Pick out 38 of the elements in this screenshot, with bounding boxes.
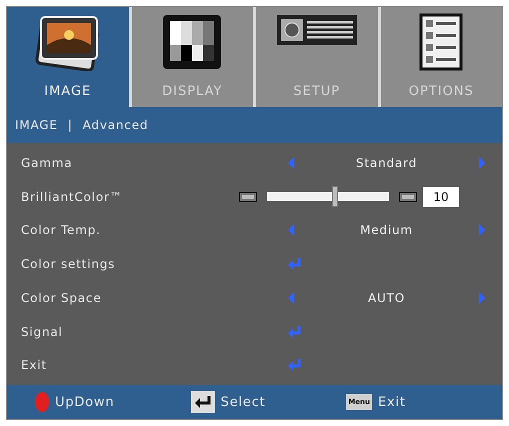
setting-value: Medium	[359, 223, 414, 238]
value-field: 10	[423, 186, 459, 206]
setting-value: Standard	[355, 156, 418, 170]
hint-label: UpDown	[55, 394, 114, 410]
menu-tab[interactable]: DISPLAY	[132, 7, 253, 107]
section-title: IMAGE	[15, 118, 58, 132]
hint-label: Exit	[378, 394, 406, 410]
enter-key-icon	[190, 391, 215, 413]
setting-label: BrilliantColor™	[21, 190, 124, 204]
right-arrow-icon[interactable]	[478, 224, 486, 236]
separator: |	[68, 118, 73, 132]
slider-thumb[interactable]	[332, 186, 338, 207]
page-title: Advanced	[82, 118, 148, 132]
enter-icon[interactable]	[287, 358, 303, 372]
left-arrow-icon[interactable]	[287, 224, 295, 236]
right-arrow-icon[interactable]	[478, 292, 486, 304]
projector-icon	[274, 13, 359, 47]
left-arrow-icon[interactable]	[287, 292, 295, 304]
setting-value: AUTO	[367, 290, 406, 305]
adjust-icon	[239, 192, 257, 202]
hint-label: Select	[220, 394, 266, 410]
checklist-icon	[419, 13, 464, 71]
menu-tab[interactable]: IMAGE	[7, 7, 128, 107]
setting-label: Color Space	[21, 290, 103, 305]
adjust-icon	[399, 192, 417, 202]
menu-tab[interactable]: OPTIONS	[380, 7, 502, 107]
setting-label: Color settings	[21, 257, 116, 271]
setting-label: Exit	[21, 358, 48, 372]
setting-label: Gamma	[21, 156, 74, 170]
updown-key-icon	[35, 392, 49, 412]
setting-label: Color Temp.	[21, 223, 102, 238]
menu-tab[interactable]: SETUP	[256, 7, 378, 107]
left-arrow-icon[interactable]	[287, 156, 295, 169]
enter-icon[interactable]	[287, 257, 303, 271]
monitor-icon	[161, 13, 224, 71]
setting-label: Signal	[21, 324, 64, 338]
enter-icon[interactable]	[287, 324, 303, 338]
right-arrow-icon[interactable]	[478, 156, 486, 169]
